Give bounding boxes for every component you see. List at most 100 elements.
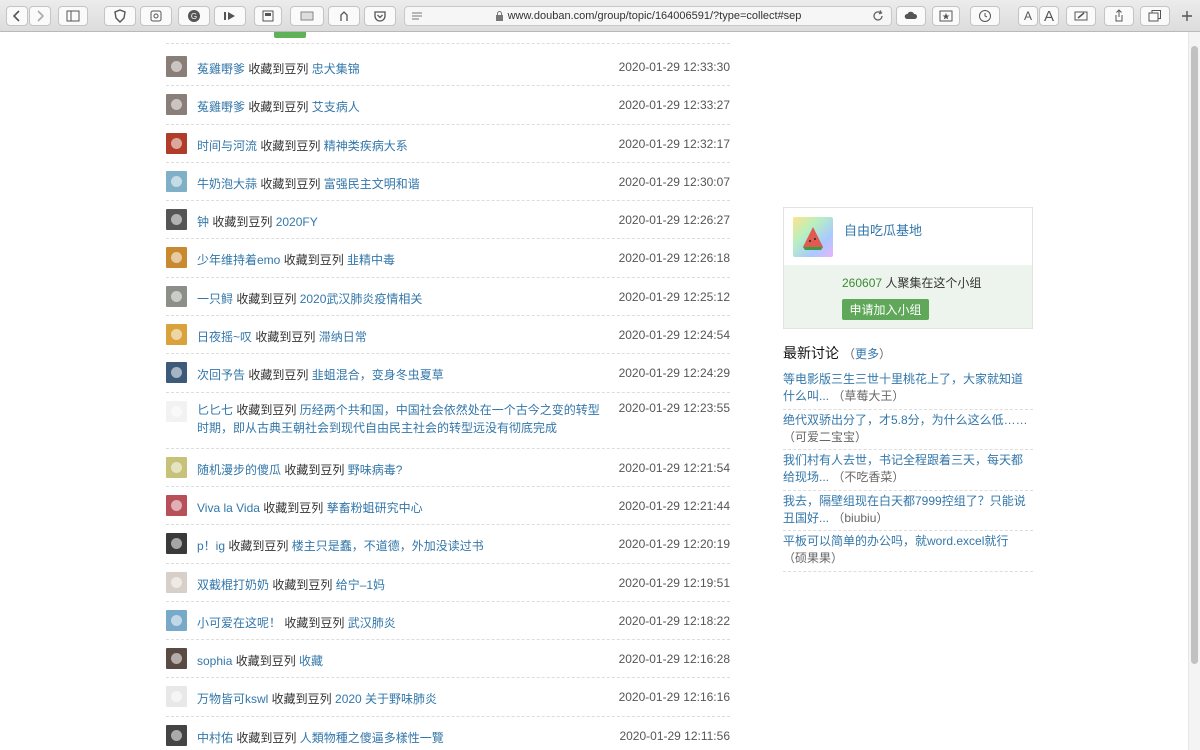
page-scrollbar-thumb[interactable] <box>1191 46 1198 664</box>
join-group-button[interactable]: 申请加入小组 <box>842 299 929 320</box>
user-avatar[interactable] <box>166 170 187 192</box>
user-link[interactable]: 少年维持着emo <box>197 253 280 267</box>
history-button[interactable] <box>970 6 1000 26</box>
collect-row: 万物皆可kswl 收藏到豆列 2020 关于野味肺炎 2020-01-29 12:… <box>166 678 730 717</box>
user-avatar[interactable] <box>166 571 187 593</box>
user-avatar[interactable] <box>166 494 187 516</box>
extension-button[interactable] <box>328 6 360 26</box>
bookmark-star-button[interactable] <box>932 6 960 26</box>
avatar-face <box>171 538 182 550</box>
user-link[interactable]: sophia <box>197 654 232 668</box>
user-link[interactable]: 小可爱在这呢！ <box>197 616 281 630</box>
user-link[interactable]: 菟雞嘢爹 <box>197 62 245 76</box>
discussion-title-link[interactable]: 平板可以简单的办公吗，就word.excel就行 <box>783 534 1008 548</box>
user-link[interactable]: 中村佑 <box>197 731 233 745</box>
doulist-link[interactable]: 给宁–1妈 <box>336 578 385 592</box>
doulist-link[interactable]: 滞纳日常 <box>319 330 367 344</box>
user-avatar[interactable] <box>166 533 187 555</box>
doulist-link[interactable]: 收藏 <box>299 654 323 668</box>
doulist-link[interactable]: 2020武汉肺炎疫情相关 <box>300 292 423 306</box>
user-link[interactable]: 菟雞嘢爹 <box>197 100 245 114</box>
user-avatar[interactable] <box>166 324 187 346</box>
window-button[interactable] <box>290 6 324 26</box>
user-avatar[interactable] <box>166 56 187 77</box>
user-avatar[interactable] <box>166 686 187 708</box>
collect-time: 2020-01-29 12:16:28 <box>618 652 730 667</box>
user-avatar[interactable] <box>166 285 187 307</box>
doulist-link[interactable]: 富强民主文明和谐 <box>324 177 420 191</box>
doulist-link[interactable]: 艾支病人 <box>312 100 360 114</box>
collect-verb: 收藏到豆列 <box>233 402 300 417</box>
shield-button[interactable] <box>104 6 136 26</box>
user-avatar[interactable] <box>166 456 187 478</box>
user-avatar[interactable] <box>166 362 187 384</box>
doulist-link[interactable]: 忠犬集锦 <box>312 62 360 76</box>
user-avatar[interactable] <box>166 400 187 422</box>
extension-icon <box>340 11 348 21</box>
reload-icon[interactable] <box>871 9 885 23</box>
user-avatar[interactable] <box>166 609 187 631</box>
discussion-title-link[interactable]: 绝代双骄出分了，才5.8分，为什么这么低…… <box>783 413 1028 427</box>
user-link[interactable]: 日夜摇~叹 <box>197 330 252 344</box>
user-avatar[interactable] <box>166 648 187 670</box>
user-avatar[interactable] <box>166 209 187 231</box>
screenshot-button[interactable] <box>140 6 172 26</box>
doulist-link[interactable]: 野味病毒? <box>348 463 403 477</box>
doulist-link[interactable]: 武汉肺炎 <box>348 616 396 630</box>
collect-time: 2020-01-29 12:21:54 <box>618 460 730 475</box>
discussion-title-link[interactable]: 我去，隔壁组现在白天都7999控组了？只能说丑国好... <box>783 494 1026 525</box>
doulist-link[interactable]: 2020FY <box>276 215 318 229</box>
text-larger-button[interactable]: A <box>1039 6 1059 26</box>
collect-text: 次回予告 收藏到豆列 韭蛆混合，变身冬虫夏草 <box>197 366 607 384</box>
doulist-link[interactable]: 楼主只是蠢，不道德，外加没读过书 <box>292 539 484 553</box>
user-link[interactable]: 万物皆可kswl <box>197 692 268 706</box>
text-smaller-icon: A <box>1023 9 1032 23</box>
reader-button[interactable] <box>254 6 282 26</box>
user-link[interactable]: 钟 <box>197 215 209 229</box>
doulist-link[interactable]: 韭蛆混合，变身冬虫夏草 <box>312 368 444 382</box>
back-button[interactable] <box>6 6 28 26</box>
text-smaller-button[interactable]: A <box>1018 6 1038 26</box>
user-link[interactable]: p！ig <box>197 539 225 553</box>
pocket-button[interactable] <box>364 6 396 26</box>
share-button[interactable] <box>1104 6 1134 26</box>
address-bar[interactable]: www.douban.com/group/topic/164006591/?ty… <box>404 6 892 26</box>
collect-verb: 收藏到豆列 <box>252 330 319 345</box>
collect-row: Viva la Vida 收藏到豆列 孳畜粉蛆研究中心 2020-01-29 12… <box>166 487 730 526</box>
new-tab-button[interactable] <box>1178 6 1196 26</box>
tabs-button[interactable] <box>1140 6 1170 26</box>
doulist-link[interactable]: 韭精中毒 <box>347 253 395 267</box>
more-link[interactable]: 更多 <box>855 347 879 361</box>
user-link[interactable]: 牛奶泡大蒜 <box>197 177 257 191</box>
sidebar-button[interactable] <box>58 6 88 26</box>
collect-time: 2020-01-29 12:26:27 <box>618 213 730 228</box>
doulist-link[interactable]: 精神类疾病大系 <box>324 139 408 153</box>
user-avatar[interactable] <box>166 94 187 116</box>
user-link[interactable]: 次回予告 <box>197 368 245 382</box>
edit-button[interactable] <box>1066 6 1096 26</box>
cloud-icon <box>904 11 918 19</box>
group-logo[interactable] <box>793 217 833 257</box>
group-name[interactable]: 自由吃瓜基地 <box>844 220 922 239</box>
user-link[interactable]: 双截棍打奶奶 <box>197 578 269 592</box>
cloud-button[interactable] <box>896 6 926 26</box>
user-avatar[interactable] <box>166 132 187 154</box>
media-button[interactable] <box>214 6 246 26</box>
user-link[interactable]: 一只鲟 <box>197 292 233 306</box>
user-link[interactable]: 匕匕七 <box>197 403 233 417</box>
forward-icon <box>37 10 45 22</box>
user-link[interactable]: Viva la Vida <box>197 501 260 515</box>
user-link[interactable]: 时间与河流 <box>197 139 257 153</box>
doulist-link[interactable]: 人類物種之傻逼多樣性一覽 <box>300 731 444 745</box>
forward-button[interactable] <box>29 6 51 26</box>
collect-text: 匕匕七 收藏到豆列 历经两个共和国，中国社会依然处在一个古今之变的转型时期，即从… <box>197 401 607 437</box>
doulist-link[interactable]: 2020 关于野味肺炎 <box>335 692 437 706</box>
user-avatar[interactable] <box>166 724 187 746</box>
avatar-face <box>171 214 182 226</box>
user-link[interactable]: 随机漫步的傻瓜 <box>197 463 281 477</box>
doulist-link[interactable]: 孳畜粉蛆研究中心 <box>327 501 423 515</box>
grammarly-button[interactable]: G <box>178 6 210 26</box>
collect-text: 小可爱在这呢！ 收藏到豆列 武汉肺炎 <box>197 614 607 632</box>
collect-time: 2020-01-29 12:30:07 <box>618 174 730 189</box>
user-avatar[interactable] <box>166 247 187 269</box>
